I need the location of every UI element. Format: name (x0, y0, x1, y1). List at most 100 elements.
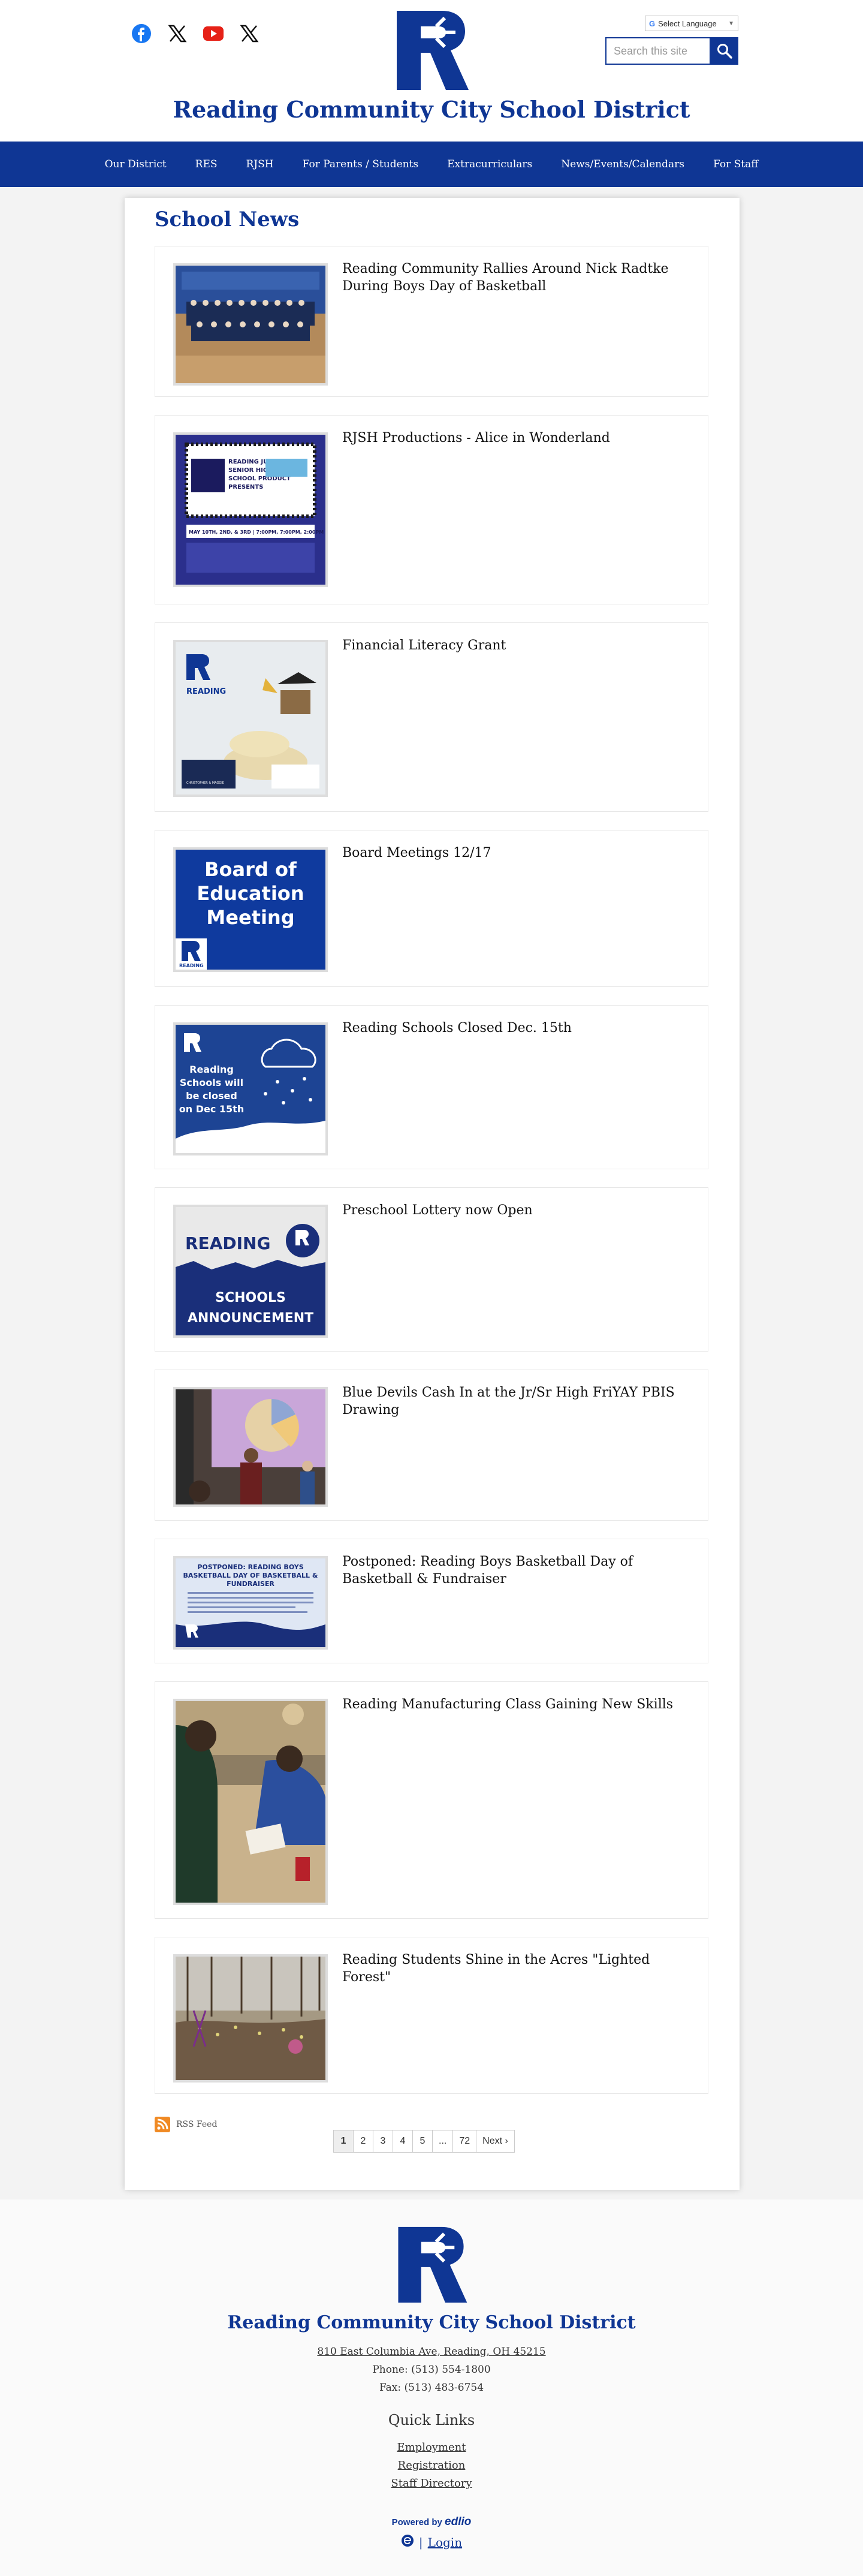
news-thumbnail[interactable] (173, 1954, 328, 2083)
nav-item-news-events[interactable]: News/Events/Calendars (561, 158, 684, 170)
news-title[interactable]: Financial Literacy Grant (342, 637, 696, 655)
news-item[interactable]: Board of Education Meeting READING Board… (155, 830, 708, 987)
powered-by-label: Powered by (391, 2517, 442, 2527)
page-ellipsis: ... (432, 2130, 454, 2153)
district-logo[interactable] (396, 2225, 467, 2305)
thumb-text: BASKETBALL DAY OF BASKETBALL & (183, 1572, 318, 1579)
search-icon (717, 44, 732, 59)
search-button[interactable] (711, 37, 738, 65)
thumb-text: Schools will (180, 1077, 243, 1088)
link-staff-directory[interactable]: Staff Directory (0, 2477, 863, 2490)
page-2[interactable]: 2 (353, 2130, 373, 2153)
rss-icon (155, 2117, 170, 2132)
page-5[interactable]: 5 (412, 2130, 433, 2153)
thumb-text: ANNOUNCEMENT (188, 1311, 313, 1326)
news-thumbnail[interactable]: Board of Education Meeting READING (173, 847, 328, 972)
nav-item-parents-students[interactable]: For Parents / Students (303, 158, 419, 170)
rss-label: RSS Feed (176, 2120, 218, 2129)
login-link[interactable]: Login (428, 2535, 462, 2550)
quick-links-heading: Quick Links (388, 2412, 475, 2428)
thumb-text: Reading (189, 1064, 234, 1075)
news-title[interactable]: Reading Community Rallies Around Nick Ra… (342, 261, 696, 295)
nav-item-for-staff[interactable]: For Staff (713, 158, 758, 170)
news-thumbnail[interactable]: Reading Schools will be closed on Dec 15… (173, 1022, 328, 1155)
thumb-text: on Dec 15th (179, 1103, 244, 1115)
news-thumbnail[interactable] (173, 1387, 328, 1507)
thumb-text: be closed (186, 1090, 237, 1102)
main-nav: Our District RES RJSH For Parents / Stud… (0, 142, 863, 187)
news-thumbnail[interactable]: READING CHRISTOPHER & MAGGIE (173, 640, 328, 797)
main-content: School News Reading Community Rallies Ar… (125, 198, 740, 2190)
news-item[interactable]: READING SCHOOLS ANNOUNCEMENT Preschool L… (155, 1187, 708, 1352)
news-thumbnail[interactable]: READING JUNIOR SENIOR HIGH SCHOOL PRODUC… (173, 432, 328, 587)
search-input[interactable] (605, 37, 711, 65)
nav-item-res[interactable]: RES (195, 158, 218, 170)
page-3[interactable]: 3 (373, 2130, 393, 2153)
thumb-text: READING (179, 963, 204, 968)
thumb-text: READING (185, 1233, 270, 1253)
news-title[interactable]: Preschool Lottery now Open (342, 1202, 696, 1220)
edlio-icon (401, 2534, 414, 2550)
news-item[interactable]: Blue Devils Cash In at the Jr/Sr High Fr… (155, 1370, 708, 1521)
site-header: Reading Community City School District G… (0, 0, 863, 142)
news-title[interactable]: Board Meetings 12/17 (342, 845, 696, 862)
thumb-text: FUNDRAISER (227, 1580, 274, 1588)
search-bar (605, 37, 738, 65)
social-links (131, 23, 260, 44)
news-item[interactable]: Reading Community Rallies Around Nick Ra… (155, 246, 708, 397)
chevron-down-icon: ▼ (728, 20, 734, 27)
news-title[interactable]: Postponed: Reading Boys Basketball Day o… (342, 1554, 696, 1588)
news-title[interactable]: Reading Manufacturing Class Gaining New … (342, 1696, 696, 1714)
district-logo[interactable] (394, 8, 469, 92)
x-icon[interactable] (239, 23, 260, 44)
news-thumbnail[interactable] (173, 263, 328, 386)
news-thumbnail[interactable]: POSTPONED: READING BOYS BASKETBALL DAY O… (173, 1556, 328, 1650)
nav-item-rjsh[interactable]: RJSH (246, 158, 274, 170)
news-title[interactable]: Reading Schools Closed Dec. 15th (342, 1020, 696, 1037)
page-72[interactable]: 72 (452, 2130, 477, 2153)
news-title[interactable]: Reading Students Shine in the Acres "Lig… (342, 1952, 696, 1986)
news-title[interactable]: RJSH Productions - Alice in Wonderland (342, 430, 696, 447)
thumb-text: PRESENTS (228, 484, 263, 490)
news-item[interactable]: Reading Manufacturing Class Gaining New … (155, 1681, 708, 1919)
login-row: | Login (0, 2534, 863, 2550)
footer-title: Reading Community City School District (227, 2312, 636, 2333)
page-1[interactable]: 1 (333, 2130, 354, 2153)
link-employment[interactable]: Employment (0, 2441, 863, 2454)
news-thumbnail[interactable] (173, 1699, 328, 1905)
news-thumbnail[interactable]: READING SCHOOLS ANNOUNCEMENT (173, 1205, 328, 1338)
nav-item-our-district[interactable]: Our District (105, 158, 167, 170)
news-item[interactable]: Reading Students Shine in the Acres "Lig… (155, 1937, 708, 2094)
pagination: 1 2 3 4 5 ... 72 Next › (333, 2130, 515, 2153)
facebook-icon[interactable] (131, 23, 152, 44)
news-item[interactable]: Reading Schools will be closed on Dec 15… (155, 1005, 708, 1169)
youtube-icon[interactable] (203, 23, 224, 44)
news-item[interactable]: POSTPONED: READING BOYS BASKETBALL DAY O… (155, 1539, 708, 1663)
rss-feed-link[interactable]: RSS Feed (155, 2117, 217, 2132)
site-title[interactable]: Reading Community City School District (0, 96, 863, 123)
thumb-text: READING (186, 687, 226, 696)
thumb-text: Meeting (206, 906, 294, 929)
link-registration[interactable]: Registration (0, 2459, 863, 2472)
google-icon: G (649, 19, 656, 28)
address-text[interactable]: 810 East Columbia Ave, Reading, OH 45215 (317, 2346, 545, 2358)
news-item[interactable]: READING CHRISTOPHER & MAGGIE Financial L… (155, 622, 708, 812)
thumb-text: POSTPONED: READING BOYS (197, 1563, 303, 1571)
page-4[interactable]: 4 (393, 2130, 413, 2153)
news-item[interactable]: READING JUNIOR SENIOR HIGH SCHOOL PRODUC… (155, 415, 708, 604)
powered-by[interactable]: Powered by edlio (0, 2515, 863, 2529)
thumb-text: Board of (204, 858, 297, 881)
next-page-button[interactable]: Next › (476, 2130, 515, 2153)
language-label: Select Language (658, 19, 717, 28)
thumb-text: CHRISTOPHER & MAGGIE (186, 781, 224, 785)
site-footer: Reading Community City School District 8… (0, 2199, 863, 2576)
news-title[interactable]: Blue Devils Cash In at the Jr/Sr High Fr… (342, 1385, 696, 1419)
language-selector[interactable]: G Select Language ▼ (645, 16, 738, 31)
footer-phone: Phone: (513) 554-1800 (0, 2364, 863, 2376)
phone-text[interactable]: Phone: (513) 554-1800 (372, 2364, 490, 2376)
divider: | (418, 2535, 423, 2550)
footer-address[interactable]: 810 East Columbia Ave, Reading, OH 45215 (0, 2346, 863, 2358)
nav-item-extracurriculars[interactable]: Extracurriculars (447, 158, 532, 170)
x-icon[interactable] (167, 23, 188, 44)
section-title: School News (155, 207, 300, 231)
